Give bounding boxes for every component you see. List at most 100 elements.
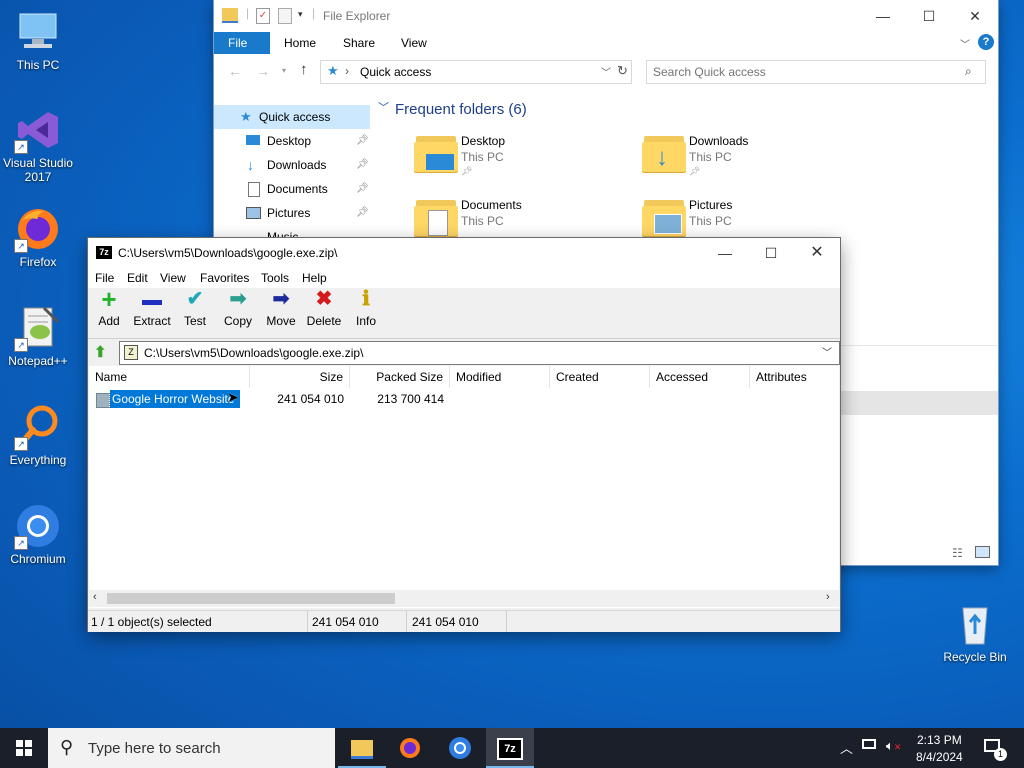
taskbar-firefox[interactable] (386, 728, 434, 768)
scrollbar-thumb[interactable] (107, 593, 395, 604)
path-dropdown-icon[interactable]: ﹀ (822, 344, 832, 359)
search-box[interactable]: ⌕ (646, 60, 986, 84)
folder-tile-pictures[interactable]: Pictures This PC (642, 196, 852, 238)
nav-downloads[interactable]: ↓ Downloads 📌︎ (214, 153, 370, 177)
move-button[interactable]: ➡ Move (259, 288, 303, 328)
taskbar-search-box[interactable]: ⚲ Type here to search (48, 728, 335, 768)
sevenzip-window[interactable]: 7z C:\Users\vm5\Downloads\google.exe.zip… (87, 238, 840, 632)
folder-tile-downloads[interactable]: ↓ Downloads This PC 📌︎ (642, 132, 852, 182)
nav-quick-access[interactable]: ★ Quick access (214, 105, 370, 129)
volume-muted-icon[interactable]: 🔈︎✕ (886, 738, 901, 754)
menu-favorites[interactable]: Favorites (200, 271, 249, 285)
expand-ribbon-icon[interactable]: ﹀ (960, 36, 970, 51)
scroll-left-icon[interactable]: ‹ (93, 591, 97, 603)
mouse-pointer-icon: ➤ (227, 389, 239, 405)
column-created[interactable]: Created (550, 366, 650, 388)
table-row[interactable]: Google Horror Website 241 054 010 213 70… (89, 389, 839, 409)
menu-view[interactable]: View (160, 271, 186, 285)
menu-edit[interactable]: Edit (127, 271, 148, 285)
desktop-icon-this-pc[interactable]: This PC (0, 8, 76, 72)
nav-label: Desktop (267, 134, 312, 148)
desktop-icon-visual-studio[interactable]: ↗ Visual Studio 2017 (0, 106, 76, 184)
test-button[interactable]: ✔ Test (173, 288, 217, 328)
taskbar-chromium[interactable] (436, 728, 484, 768)
new-folder-icon[interactable] (278, 8, 292, 24)
clock-date[interactable]: 8/4/2024 (916, 750, 963, 764)
info-button[interactable]: ℹ Info (344, 288, 388, 328)
delete-x-icon: ✖ (315, 288, 333, 310)
tab-view[interactable]: View (387, 32, 441, 54)
properties-icon[interactable]: ✓ (256, 8, 270, 24)
scroll-right-icon[interactable]: › (826, 591, 830, 603)
minimize-button[interactable]: — (702, 237, 748, 269)
column-packed-size[interactable]: Packed Size (350, 366, 450, 388)
nav-music[interactable]: Music (214, 225, 370, 237)
copy-button[interactable]: ➡ Copy (216, 288, 260, 328)
maximize-button[interactable]: ☐ (906, 0, 952, 32)
clock-time[interactable]: 2:13 PM (917, 733, 962, 747)
maximize-button[interactable]: ☐ (748, 237, 794, 269)
network-icon[interactable] (862, 739, 876, 749)
section-title[interactable]: Frequent folders (6) (395, 101, 527, 118)
menu-help[interactable]: Help (302, 271, 327, 285)
desktop-icon-firefox[interactable]: ↗ Firefox (0, 205, 76, 269)
search-input[interactable] (651, 63, 955, 81)
desktop-icon-label: Chromium (10, 552, 66, 566)
taskbar-file-explorer[interactable] (338, 728, 386, 768)
up-arrow-icon[interactable]: ↑ (300, 61, 308, 78)
forward-arrow-icon[interactable]: → (256, 63, 270, 79)
nav-pictures[interactable]: Pictures 📌︎ (214, 201, 370, 225)
close-button[interactable]: ✕ (952, 0, 998, 32)
shortcut-arrow-icon: ↗ (14, 239, 28, 253)
column-size[interactable]: Size (250, 366, 350, 388)
refresh-icon[interactable]: ↻ (617, 63, 628, 79)
folder-location: This PC (689, 150, 732, 164)
folder-location: This PC (461, 214, 504, 228)
nav-documents[interactable]: Documents 📌︎ (214, 177, 370, 201)
column-modified[interactable]: Modified (450, 366, 550, 388)
start-button[interactable] (0, 728, 48, 768)
chromium-icon (449, 737, 471, 759)
folder-name: Desktop (461, 134, 506, 148)
tab-file[interactable]: File (214, 32, 270, 54)
close-button[interactable]: ✕ (794, 237, 840, 269)
path-combobox[interactable]: Z C:\Users\vm5\Downloads\google.exe.zip\… (119, 341, 840, 365)
folder-tile-documents[interactable]: Documents This PC (414, 196, 624, 238)
folder-tile-desktop[interactable]: Desktop This PC 📌︎ (414, 132, 624, 182)
tab-share[interactable]: Share (329, 32, 389, 54)
large-icons-view-icon[interactable] (975, 546, 990, 558)
show-hidden-icons-icon[interactable]: ︿ (840, 738, 853, 757)
copy-arrow-icon: ➡ (229, 288, 247, 310)
tab-home[interactable]: Home (270, 32, 330, 54)
delete-button[interactable]: ✖ Delete (302, 288, 346, 328)
up-folder-icon[interactable]: ⬆ (94, 343, 107, 361)
add-button[interactable]: + Add (87, 286, 131, 328)
nav-desktop[interactable]: Desktop 📌︎ (214, 129, 370, 153)
computer-icon (14, 8, 62, 56)
menu-tools[interactable]: Tools (261, 271, 289, 285)
section-collapse-icon[interactable]: ﹀ (378, 99, 389, 115)
back-arrow-icon[interactable]: ← (228, 63, 242, 79)
extract-button[interactable]: Extract (130, 288, 174, 328)
column-accessed[interactable]: Accessed (650, 366, 750, 388)
desktop-icon-everything[interactable]: ↗ Everything (0, 403, 76, 467)
menu-file[interactable]: File (95, 271, 114, 285)
customize-qat-icon[interactable]: ▾ (298, 9, 303, 20)
file-list[interactable]: Name Size Packed Size Modified Created A… (89, 366, 839, 608)
sevenzip-titlebar[interactable]: 7z C:\Users\vm5\Downloads\google.exe.zip… (88, 238, 840, 268)
explorer-titlebar[interactable]: | ✓ ▾ | File Explorer — ☐ ✕ (214, 0, 998, 32)
desktop-icon-chromium[interactable]: ↗ Chromium (0, 502, 76, 566)
address-bar[interactable]: ★ › Quick access ﹀ ↻ (320, 60, 632, 84)
horizontal-scrollbar[interactable]: ‹ › (89, 590, 839, 607)
column-attributes[interactable]: Attributes (750, 366, 839, 388)
desktop-icon-recycle-bin[interactable]: Recycle Bin (937, 600, 1013, 664)
taskbar-7zip[interactable]: 7z (486, 728, 534, 768)
column-name[interactable]: Name (89, 366, 250, 388)
file-name-cell[interactable]: Google Horror Website (109, 389, 241, 409)
details-view-icon[interactable]: ☷ (952, 546, 963, 560)
desktop-icon-notepadpp[interactable]: ↗ Notepad++ (0, 304, 76, 368)
help-icon[interactable]: ? (978, 34, 994, 50)
recent-locations-icon[interactable]: ▾ (282, 66, 286, 75)
minimize-button[interactable]: — (860, 0, 906, 32)
address-dropdown-icon[interactable]: ﹀ (601, 64, 611, 79)
